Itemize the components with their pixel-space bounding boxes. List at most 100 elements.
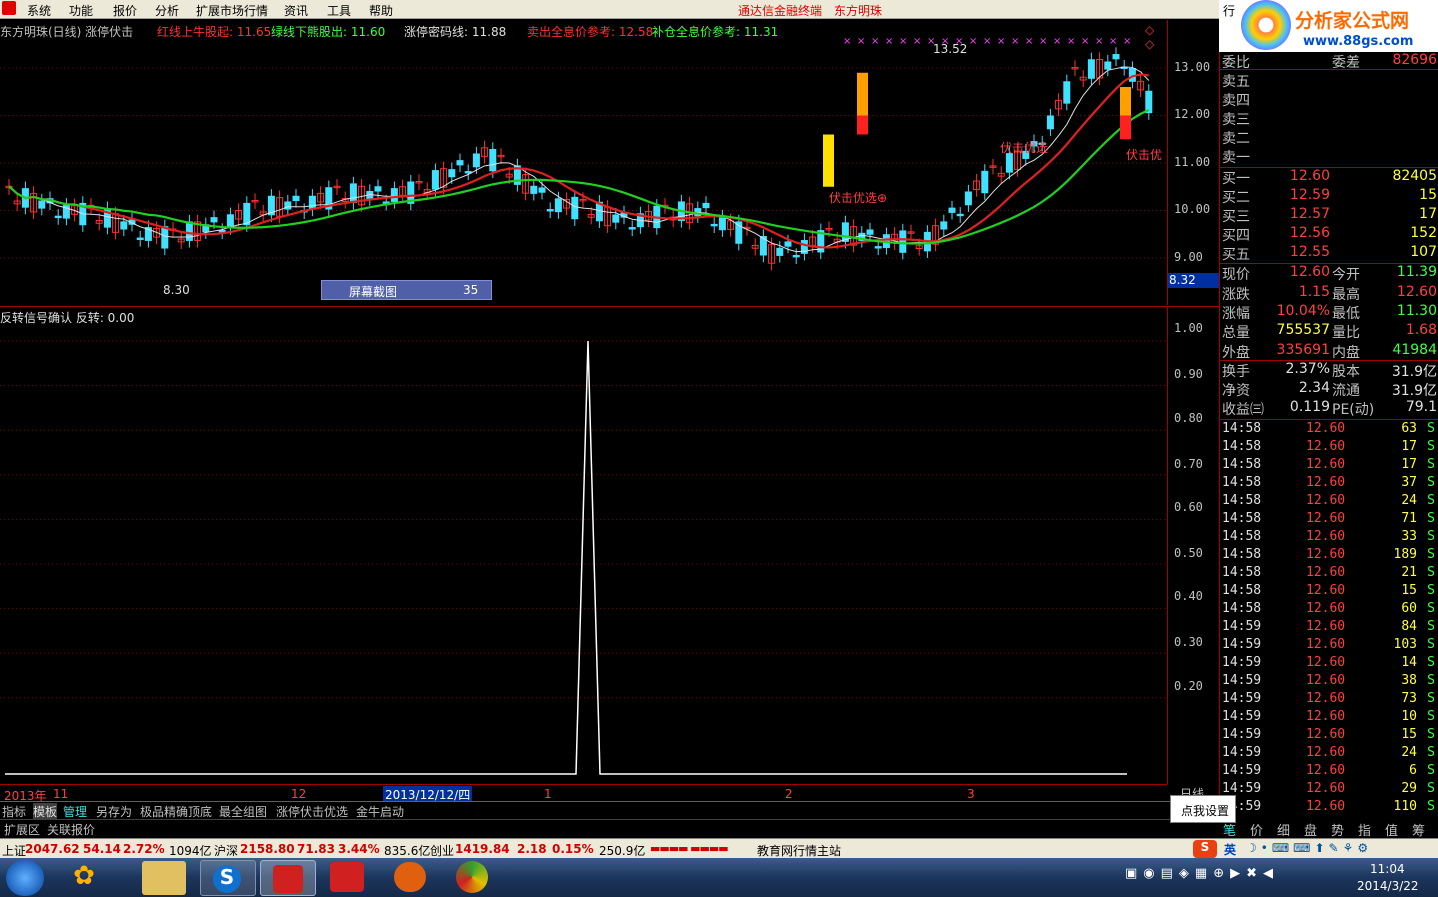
quote-row: 外盘 335691 内盘 41984 bbox=[1220, 342, 1438, 361]
media-app-icon[interactable]: ✿ bbox=[62, 861, 106, 895]
tab-ext-area[interactable]: 扩展区 bbox=[4, 821, 40, 838]
indicator-panel[interactable]: 反转信号确认 反转: 0.00 bbox=[0, 306, 1167, 784]
menu-quote[interactable]: 报价 bbox=[113, 2, 137, 19]
sell-marker: × bbox=[1109, 36, 1117, 47]
quote-value-2: 79.1 bbox=[1405, 399, 1437, 415]
tab-top-bottom[interactable]: 极品精确顶底 bbox=[140, 803, 212, 820]
sell-marker: × bbox=[857, 36, 865, 47]
sell-marker: × bbox=[1095, 36, 1103, 47]
trade-time: 14:59 bbox=[1222, 655, 1262, 670]
trade-time: 14:58 bbox=[1222, 493, 1262, 508]
buy-row[interactable]: 买四 12.56 152 bbox=[1220, 225, 1438, 244]
colorful-app-icon[interactable] bbox=[456, 861, 488, 893]
quote-value: 755537 bbox=[1276, 322, 1330, 338]
clock-date[interactable]: 2014/3/22 bbox=[1357, 879, 1419, 893]
kline-svg[interactable]: × × × × × × × × × × × × × × × × × × × × × bbox=[0, 20, 1167, 305]
news-ticker[interactable]: 教育网行情主站 bbox=[757, 842, 841, 859]
trade-time: 14:59 bbox=[1222, 727, 1262, 742]
taskbar-app-sogou[interactable]: S bbox=[200, 860, 256, 896]
candle-body bbox=[538, 187, 546, 193]
settings-tooltip[interactable]: 点我设置 bbox=[1170, 795, 1236, 823]
trade-volume: 17 bbox=[1401, 439, 1417, 454]
kline-chart[interactable]: × × × × × × × × × × × × × × × × × × × × × 东方明珠(日线) 涨停伏击 红线上牛… bbox=[0, 20, 1167, 305]
trade-time: 14:58 bbox=[1222, 565, 1262, 580]
indicator-svg[interactable] bbox=[0, 307, 1167, 783]
buy-row[interactable]: 买二 12.59 15 bbox=[1220, 187, 1438, 206]
trade-volume: 71 bbox=[1401, 511, 1417, 526]
buy-row[interactable]: 买五 12.55 107 bbox=[1220, 244, 1438, 263]
trade-side: S bbox=[1427, 745, 1435, 760]
menu-system[interactable]: 系统 bbox=[27, 2, 51, 19]
buy-volume: 17 bbox=[1419, 206, 1437, 222]
time-m3: 3 bbox=[967, 787, 975, 801]
right-tab[interactable]: 筹 bbox=[1412, 820, 1425, 839]
clock-time[interactable]: 11:04 bbox=[1370, 862, 1405, 876]
tdx-app-icon-2[interactable] bbox=[330, 862, 364, 892]
corner-url: www.88gs.com bbox=[1303, 34, 1414, 49]
right-tab[interactable]: 盘 bbox=[1304, 820, 1317, 839]
corner-tab[interactable]: 行 bbox=[1223, 2, 1235, 19]
candle-body bbox=[1145, 90, 1153, 114]
trade-volume: 29 bbox=[1401, 781, 1417, 796]
sell-row[interactable]: 卖三 bbox=[1220, 109, 1438, 128]
trade-time: 14:59 bbox=[1222, 619, 1262, 634]
quote-value-2: 31.9亿 bbox=[1391, 383, 1437, 399]
right-tab[interactable]: 价 bbox=[1250, 820, 1263, 839]
sell-marker: × bbox=[997, 36, 1005, 47]
right-tab[interactable]: 细 bbox=[1277, 820, 1290, 839]
trade-side: S bbox=[1427, 709, 1435, 724]
menu-help[interactable]: 帮助 bbox=[369, 2, 393, 19]
tray-icons[interactable]: ▣◉▤◈▦⊕▶✖◀ bbox=[1125, 866, 1279, 881]
trade-price: 12.60 bbox=[1306, 601, 1346, 616]
trade-price: 12.60 bbox=[1306, 457, 1346, 472]
orange-app-icon[interactable] bbox=[394, 862, 426, 892]
right-tab[interactable]: 指 bbox=[1358, 820, 1371, 839]
taskbar-app-tdx[interactable] bbox=[260, 860, 316, 896]
right-tab[interactable]: 势 bbox=[1331, 820, 1344, 839]
screenshot-box[interactable]: 屏幕截图 35 bbox=[321, 280, 492, 300]
ind-tick: 0.30 bbox=[1174, 635, 1203, 649]
screenshot-label: 屏幕截图 bbox=[349, 285, 398, 299]
tab-linked-quote[interactable]: 关联报价 bbox=[47, 821, 95, 838]
quote-row: 现价 12.60 今开 11.39 bbox=[1220, 264, 1438, 283]
sell-row[interactable]: 卖四 bbox=[1220, 90, 1438, 109]
buy-row[interactable]: 买一 12.60 82405 bbox=[1220, 168, 1438, 187]
tab-template[interactable]: 模板 bbox=[33, 803, 58, 820]
candle-body bbox=[456, 160, 464, 166]
sell-row[interactable]: 卖一 bbox=[1220, 147, 1438, 166]
sell-marker: × bbox=[1025, 36, 1033, 47]
trade-time: 14:59 bbox=[1222, 673, 1262, 688]
tab-golden-bull[interactable]: 金牛启动 bbox=[356, 803, 404, 820]
tab-manage[interactable]: 管理 bbox=[63, 803, 87, 820]
signal-candle bbox=[1120, 115, 1131, 140]
price-tick: 13.00 bbox=[1174, 60, 1211, 74]
trade-row: 14:59 12.60 6 S bbox=[1220, 763, 1438, 781]
start-button-icon[interactable] bbox=[6, 860, 44, 896]
trade-volume: 110 bbox=[1393, 799, 1417, 814]
tab-full-group[interactable]: 最全组图 bbox=[219, 803, 267, 820]
folder-app-icon[interactable] bbox=[142, 861, 186, 895]
sell-row[interactable]: 卖二 bbox=[1220, 128, 1438, 147]
ime-toolbar-icons[interactable]: ☽•⌨⌨⬆✎⚘⚙ bbox=[1246, 841, 1372, 855]
tab-limit-ambush[interactable]: 涨停伏击优选 bbox=[276, 803, 348, 820]
chart-close-icons[interactable]: ◇ ◇ bbox=[1145, 23, 1167, 51]
price-tick: 10.00 bbox=[1174, 202, 1211, 216]
trade-side: S bbox=[1427, 583, 1435, 598]
hs-index: 2158.80 bbox=[240, 842, 295, 856]
menu-ext-market[interactable]: 扩展市场行情 bbox=[196, 2, 268, 19]
sell-row[interactable]: 卖五 bbox=[1220, 71, 1438, 90]
candle-body bbox=[530, 185, 538, 194]
menu-tools[interactable]: 工具 bbox=[327, 2, 351, 19]
weicha-value: 82696 bbox=[1392, 52, 1437, 68]
menu-function[interactable]: 功能 bbox=[69, 2, 93, 19]
quote-label-2: 流通 bbox=[1332, 383, 1360, 399]
tab-save-as[interactable]: 另存为 bbox=[96, 803, 132, 820]
buy-row[interactable]: 买三 12.57 17 bbox=[1220, 206, 1438, 225]
tab-indicator[interactable]: 指标 bbox=[2, 803, 26, 820]
right-tab[interactable]: 值 bbox=[1385, 820, 1398, 839]
menu-info[interactable]: 资讯 bbox=[284, 2, 308, 19]
ime-mode[interactable]: 英 bbox=[1224, 841, 1236, 858]
menu-analysis[interactable]: 分析 bbox=[155, 2, 179, 19]
sogou-ime-icon[interactable]: S bbox=[1193, 840, 1217, 858]
quote-label-2: 内盘 bbox=[1332, 345, 1360, 361]
